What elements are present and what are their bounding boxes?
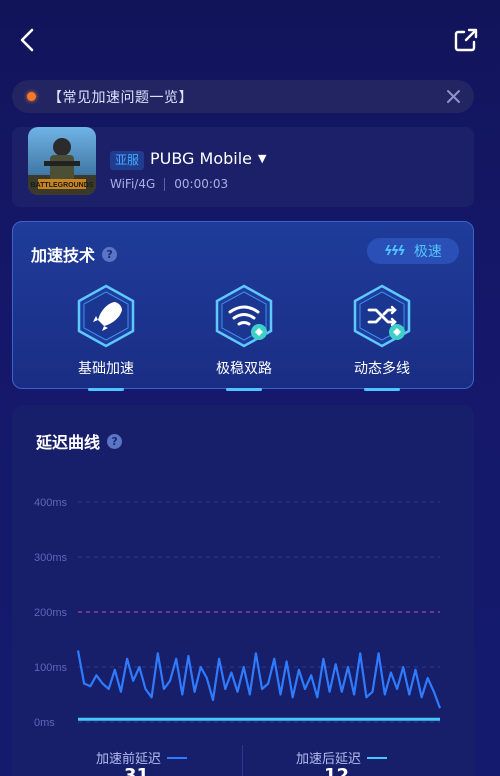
wifi-dual-icon (215, 284, 273, 348)
close-icon[interactable] (445, 88, 462, 105)
top-bar (0, 0, 500, 80)
help-icon[interactable]: ? (102, 246, 118, 262)
game-meta: WiFi/4G 00:00:03 (110, 177, 228, 191)
feature-multi-line[interactable]: 动态多线 (336, 284, 428, 391)
game-icon: BATTLEGROUNDS (28, 127, 96, 195)
y-tick-label: 100ms (34, 662, 68, 674)
feature-indicator (226, 388, 262, 391)
speed-mode-badge[interactable]: ϟϟϟ 极速 (367, 238, 459, 264)
svg-text:BATTLEGROUNDS: BATTLEGROUNDS (31, 182, 94, 189)
feature-dual-path[interactable]: 极稳双路 (198, 284, 290, 391)
region-badge: 亚服 (110, 151, 145, 170)
game-name: PUBG Mobile (150, 149, 253, 168)
caret-down-icon: ▼ (258, 152, 267, 165)
multiline-shuffle-icon (353, 284, 411, 348)
legend-before-swatch (167, 756, 188, 759)
after-latency-value: 12 (324, 765, 350, 776)
notice-text: 【常见加速问题一览】 (48, 89, 193, 106)
feature-label: 极稳双路 (216, 361, 272, 377)
latency-card: 延迟曲线 ? 400ms 300ms 200ms 100ms 0ms 加速前延迟 加速后… (12, 405, 474, 776)
y-tick-label: 300ms (34, 552, 68, 564)
tech-title: 加速技术 ? (31, 242, 118, 266)
feature-basic-accel[interactable]: 基础加速 (60, 284, 152, 391)
legend-after-swatch (367, 756, 388, 759)
chevron-left-icon (20, 28, 34, 52)
faq-notice-bar[interactable]: 【常见加速问题一览】 (12, 80, 474, 113)
game-selector[interactable]: PUBG Mobile ▼ (150, 149, 267, 168)
game-card: BATTLEGROUNDS 亚服 PUBG Mobile ▼ WiFi/4G 0… (12, 127, 474, 207)
share-button[interactable] (452, 26, 480, 54)
feature-label: 动态多线 (354, 361, 410, 377)
before-latency-value: 31 (124, 765, 150, 776)
accel-duration: 00:00:03 (174, 177, 229, 191)
notice-dot (27, 92, 36, 101)
bolt-icon: ϟϟϟ (384, 243, 406, 259)
network-type: WiFi/4G (110, 177, 156, 191)
latency-chart: 400ms 300ms 200ms 100ms 0ms (34, 497, 442, 729)
back-button[interactable] (14, 26, 42, 54)
feature-label: 基础加速 (78, 361, 134, 377)
rocket-icon (77, 284, 135, 348)
feature-indicator (88, 388, 124, 391)
speed-label: 极速 (413, 244, 442, 260)
y-tick-label: 400ms (34, 497, 68, 509)
feature-indicator (364, 388, 400, 391)
legend-divider (242, 745, 243, 776)
meta-divider (164, 177, 166, 191)
series-before-line (76, 650, 442, 709)
share-external-icon (454, 28, 478, 52)
accel-tech-card: 加速技术 ? ϟϟϟ 极速 基础加速 极稳双路 动态多线 (12, 221, 474, 391)
y-tick-label: 0ms (34, 717, 55, 729)
y-tick-label: 200ms (34, 607, 68, 619)
tech-title-text: 加速技术 (31, 246, 96, 265)
